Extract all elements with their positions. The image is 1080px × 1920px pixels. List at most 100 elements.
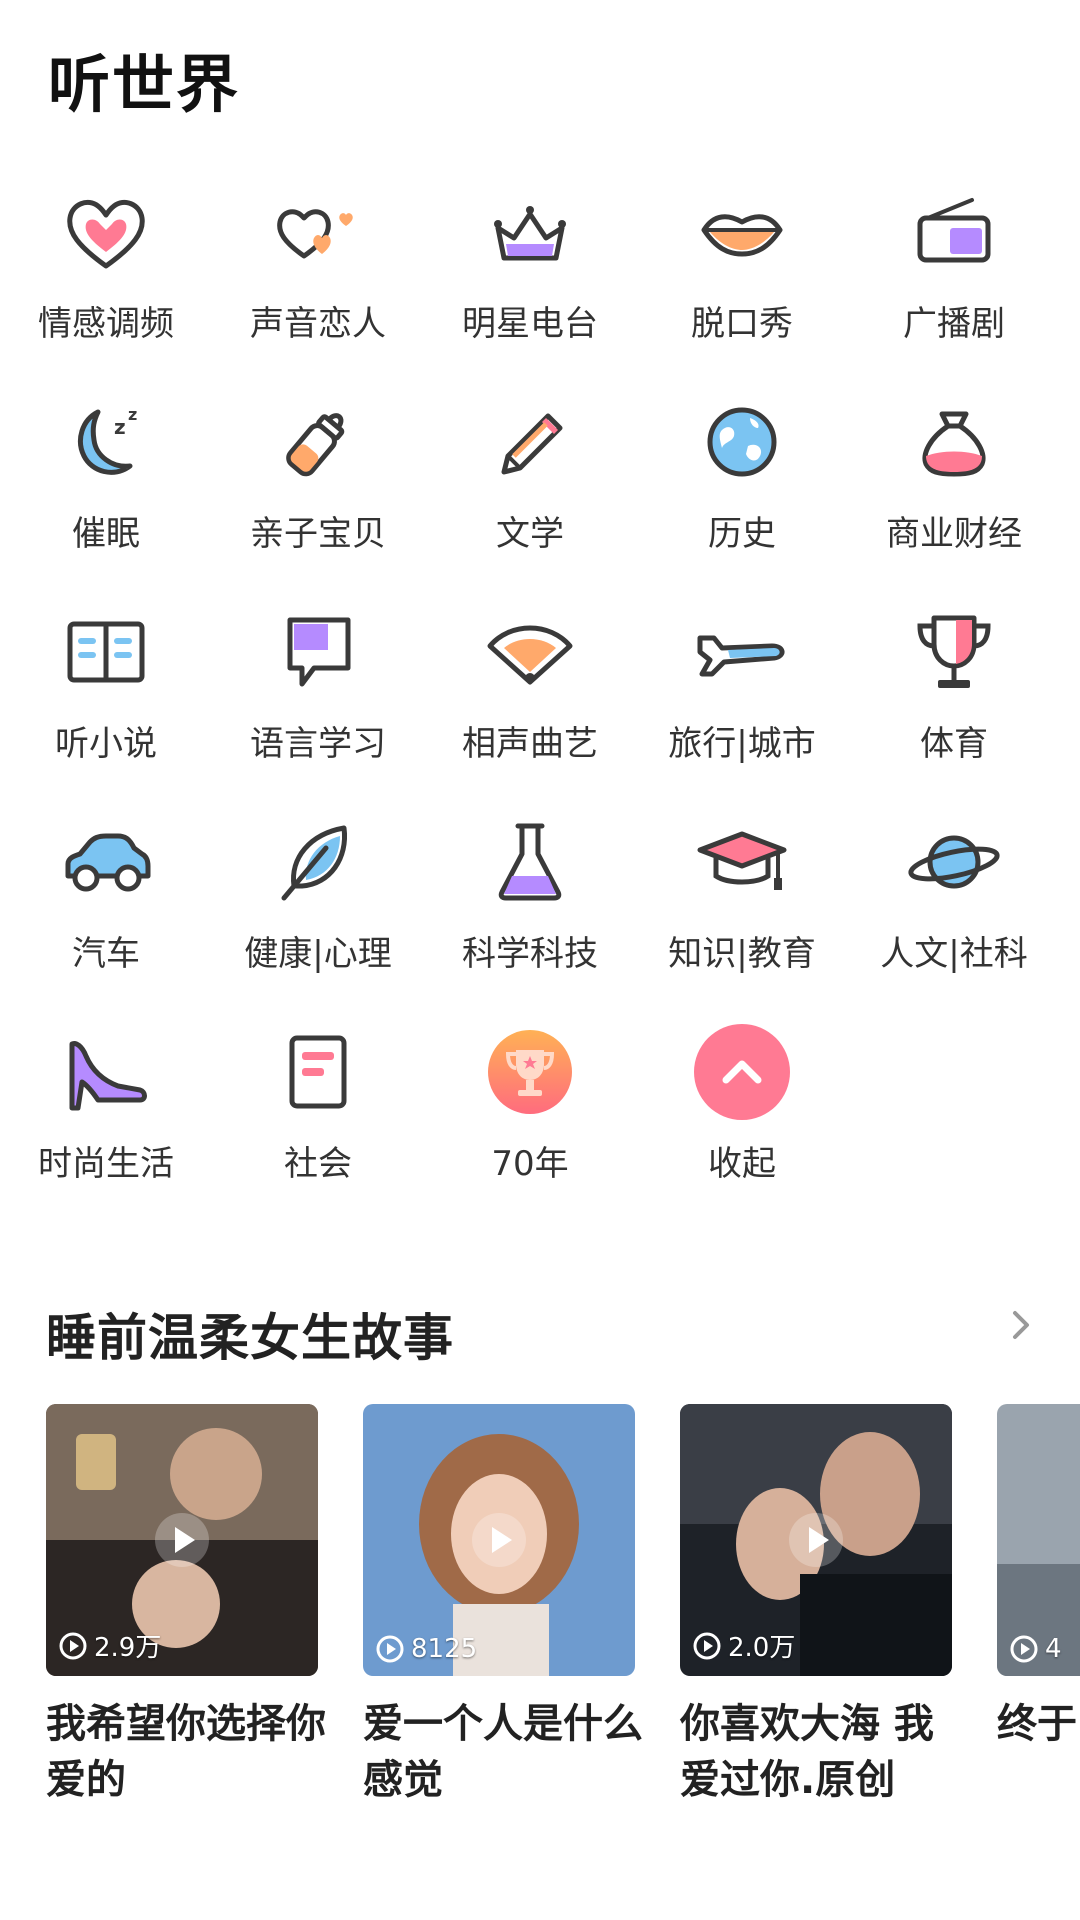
category-70-years[interactable]: 70年 — [424, 1010, 636, 1210]
play-count-icon — [693, 1632, 721, 1659]
category-science[interactable]: 科学科技 — [424, 800, 636, 1000]
category-education[interactable]: 知识|教育 — [636, 800, 848, 1000]
category-kids[interactable]: 亲子宝贝 — [212, 380, 424, 580]
story-thumbnail[interactable]: 2.9万 — [46, 1404, 318, 1676]
category-business[interactable]: 商业财经 — [848, 380, 1060, 580]
svg-text:z: z — [128, 405, 137, 424]
category-label: 声音恋人 — [250, 304, 386, 344]
play-count-icon — [1010, 1635, 1038, 1663]
story-card[interactable]: 4 终于了 真 — [997, 1404, 1080, 1752]
hearts-icon — [270, 184, 366, 280]
category-literature[interactable]: 文学 — [424, 380, 636, 580]
book-icon — [58, 604, 154, 700]
category-humanities[interactable]: 人文|社科 — [848, 800, 1060, 1000]
page-title: 听世界 — [48, 48, 241, 121]
airplane-icon — [694, 604, 790, 700]
category-label: 人文|社科 — [880, 934, 1028, 974]
play-count: 2.0万 — [692, 1627, 795, 1664]
lips-icon — [694, 184, 790, 280]
play-icon — [472, 1513, 526, 1567]
category-label: 体育 — [920, 724, 988, 764]
story-title[interactable]: 我希望你选择你爱的 — [46, 1696, 336, 1808]
play-icon — [155, 1513, 209, 1567]
heart-icon — [58, 184, 154, 280]
play-count-icon — [376, 1635, 404, 1663]
chevron-right-icon[interactable] — [1004, 1308, 1038, 1342]
category-society[interactable]: 社会 — [212, 1010, 424, 1210]
planet-icon — [906, 814, 1002, 910]
category-hypnosis[interactable]: zz 催眠 — [0, 380, 212, 580]
high-heel-icon — [58, 1024, 154, 1120]
flask-icon — [482, 814, 578, 910]
category-label: 健康|心理 — [244, 934, 392, 974]
category-label: 汽车 — [72, 934, 140, 974]
globe-icon — [694, 394, 790, 490]
play-count: 8125 — [375, 1634, 477, 1664]
category-label: 时尚生活 — [38, 1144, 174, 1184]
category-voice-lover[interactable]: 声音恋人 — [212, 170, 424, 370]
category-history[interactable]: 历史 — [636, 380, 848, 580]
story-title[interactable]: 爱一个人是什么感觉 — [363, 1696, 653, 1808]
category-label: 明星电台 — [462, 304, 598, 344]
story-card[interactable]: 8125 爱一个人是什么感觉 — [363, 1404, 643, 1808]
svg-text:z: z — [114, 415, 126, 439]
category-label: 历史 — [708, 514, 776, 554]
category-label: 收起 — [708, 1144, 776, 1184]
chevron-up-icon — [694, 1024, 790, 1120]
graduation-cap-icon — [694, 814, 790, 910]
category-sports[interactable]: 体育 — [848, 590, 1060, 790]
money-bag-icon — [906, 394, 1002, 490]
category-label: 商业财经 — [886, 514, 1022, 554]
story-title[interactable]: 终于了 真 — [997, 1696, 1080, 1752]
trophy-badge-icon — [482, 1024, 578, 1120]
collapse-button[interactable]: 收起 — [636, 1010, 848, 1210]
category-label: 语言学习 — [250, 724, 386, 764]
speech-bubble-icon — [270, 604, 366, 700]
category-label: 旅行|城市 — [668, 724, 816, 764]
category-label: 文学 — [496, 514, 564, 554]
story-card[interactable]: 2.0万 你喜欢大海 我爱过你.原创 — [680, 1404, 952, 1808]
category-label: 听小说 — [55, 724, 157, 764]
category-crosstalk[interactable]: 相声曲艺 — [424, 590, 636, 790]
category-travel[interactable]: 旅行|城市 — [636, 590, 848, 790]
moon-icon: zz — [58, 394, 154, 490]
category-label: 科学科技 — [462, 934, 598, 974]
category-star-radio[interactable]: 明星电台 — [424, 170, 636, 370]
crown-icon — [482, 184, 578, 280]
document-icon — [270, 1024, 366, 1120]
leaf-icon — [270, 814, 366, 910]
category-emotion[interactable]: 情感调频 — [0, 170, 212, 370]
play-icon — [789, 1513, 843, 1567]
play-count: 4 — [1009, 1634, 1062, 1664]
trophy-icon — [906, 604, 1002, 700]
category-label: 70年 — [491, 1144, 569, 1184]
category-label: 脱口秀 — [691, 304, 793, 344]
story-card[interactable]: 2.9万 我希望你选择你爱的 — [46, 1404, 326, 1808]
story-thumbnail[interactable]: 4 — [997, 1404, 1080, 1676]
category-language[interactable]: 语言学习 — [212, 590, 424, 790]
category-label: 亲子宝贝 — [250, 514, 386, 554]
category-label: 相声曲艺 — [462, 724, 598, 764]
category-talk-show[interactable]: 脱口秀 — [636, 170, 848, 370]
fan-icon — [482, 604, 578, 700]
category-label: 社会 — [284, 1144, 352, 1184]
story-thumbnail[interactable]: 8125 — [363, 1404, 635, 1676]
play-count-icon — [59, 1632, 87, 1659]
section-title: 睡前温柔女生故事 — [46, 1309, 454, 1367]
story-thumbnail[interactable]: 2.0万 — [680, 1404, 952, 1676]
pencil-icon — [482, 394, 578, 490]
story-title[interactable]: 你喜欢大海 我爱过你.原创 — [680, 1696, 970, 1808]
category-label: 知识|教育 — [668, 934, 816, 974]
category-fashion[interactable]: 时尚生活 — [0, 1010, 212, 1210]
play-count: 2.9万 — [58, 1627, 161, 1664]
category-health[interactable]: 健康|心理 — [212, 800, 424, 1000]
radio-icon — [906, 184, 1002, 280]
category-label: 广播剧 — [903, 304, 1005, 344]
category-auto[interactable]: 汽车 — [0, 800, 212, 1000]
category-label: 催眠 — [72, 514, 140, 554]
story-card-list: 2.9万 我希望你选择你爱的 8125 爱一个人是什么感觉 2.0万 你喜欢大海… — [0, 1404, 1080, 1824]
category-label: 情感调频 — [38, 304, 174, 344]
category-novels[interactable]: 听小说 — [0, 590, 212, 790]
baby-bottle-icon — [270, 394, 366, 490]
category-radio-drama[interactable]: 广播剧 — [848, 170, 1060, 370]
